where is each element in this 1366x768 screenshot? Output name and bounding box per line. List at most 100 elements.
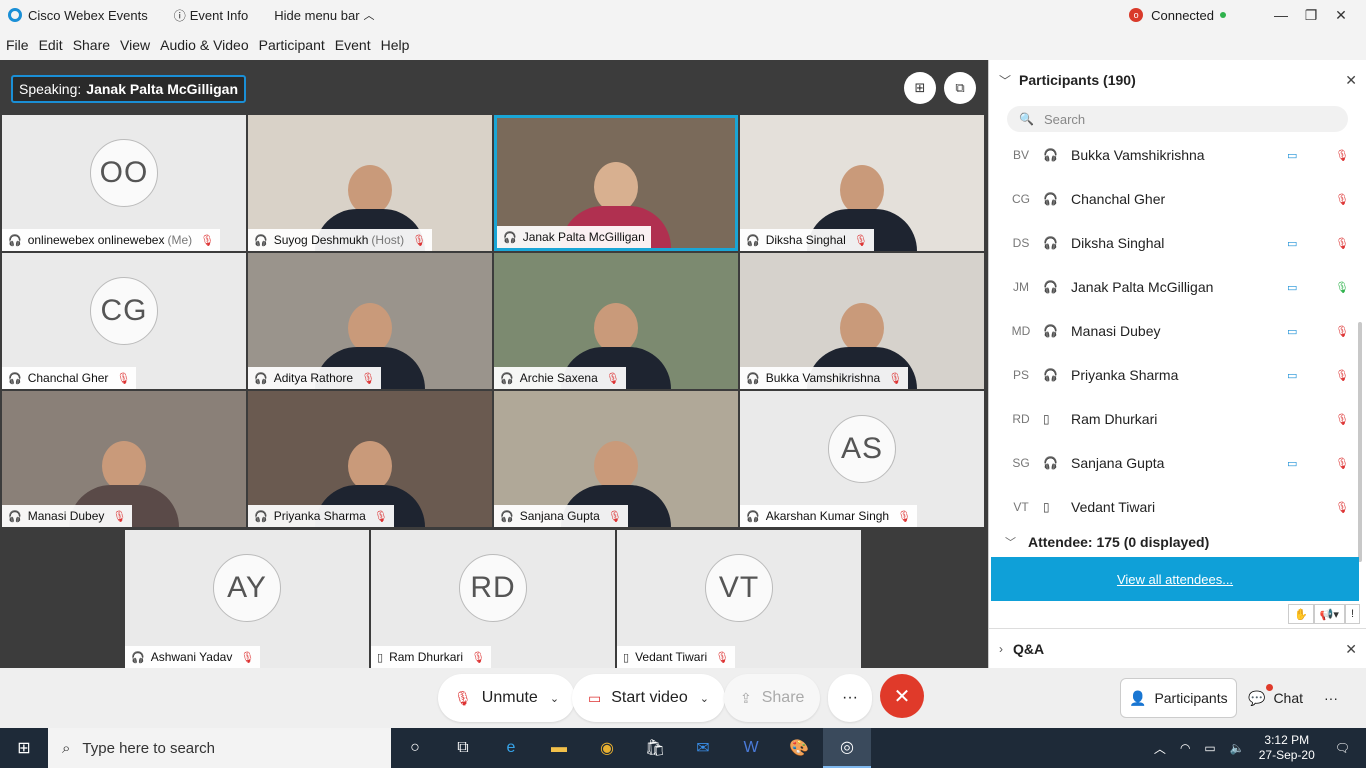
- list-item[interactable]: PS 🎧 Priyanka Sharma ▭ 🎙: [989, 353, 1359, 397]
- attendee-label: Attendee: 175 (0 displayed): [1028, 534, 1210, 550]
- mic-muted-icon[interactable]: 🎙: [1335, 237, 1349, 250]
- announce-icon[interactable]: 📢▾: [1313, 604, 1345, 624]
- video-tile[interactable]: RD ▯ Ram Dhurkari 🎙: [371, 530, 615, 668]
- task-view-icon[interactable]: ⧉: [439, 728, 487, 768]
- mic-muted-icon[interactable]: 🎙: [1335, 457, 1349, 470]
- menu-view[interactable]: View: [120, 37, 150, 53]
- video-tile[interactable]: 🎧 Suyog Deshmukh (Host) 🎙: [248, 115, 492, 251]
- layout-grid-button[interactable]: ⊞: [904, 72, 936, 104]
- video-tile[interactable]: 🎧 Bukka Vamshikrishna 🎙: [740, 253, 984, 389]
- close-participants-button[interactable]: ✕: [1345, 72, 1357, 89]
- chevron-down-icon[interactable]: ⌄: [550, 692, 559, 705]
- paint-icon[interactable]: 🎨: [775, 728, 823, 768]
- file-explorer-icon[interactable]: ▬: [535, 728, 583, 768]
- list-item[interactable]: DS 🎧 Diksha Singhal ▭ 🎙: [989, 221, 1359, 265]
- mic-muted-icon[interactable]: 🎙: [1335, 501, 1349, 514]
- video-camera-icon: ▭: [1287, 281, 1298, 294]
- mic-active-icon[interactable]: 🎙: [1335, 281, 1349, 294]
- store-icon[interactable]: 🛍: [631, 728, 679, 768]
- phone-icon: ▯: [1043, 412, 1050, 426]
- notification-icon[interactable]: 🗨: [1335, 741, 1350, 755]
- menu-help[interactable]: Help: [381, 37, 410, 53]
- video-tile[interactable]: VT ▯ Vedant Tiwari 🎙: [617, 530, 861, 668]
- start-video-button[interactable]: ▭ Start video ⌄: [572, 674, 725, 722]
- mic-muted-icon[interactable]: 🎙: [1335, 413, 1349, 426]
- participant-name: Priyanka Sharma: [1071, 367, 1179, 383]
- info-icon: ⓘ: [173, 8, 186, 23]
- menu-audio-video[interactable]: Audio & Video: [160, 37, 248, 53]
- raise-hand-icon[interactable]: ✋: [1288, 604, 1314, 624]
- menu-share[interactable]: Share: [73, 37, 110, 53]
- alert-icon[interactable]: !: [1344, 604, 1360, 624]
- participants-header[interactable]: ﹀ Participants (190) ✕: [989, 60, 1366, 100]
- battery-icon[interactable]: ▭: [1204, 741, 1215, 755]
- video-tile[interactable]: 🎧 Archie Saxena 🎙: [494, 253, 738, 389]
- list-item[interactable]: JM 🎧 Janak Palta McGilligan ▭ 🎙: [989, 265, 1359, 309]
- list-item[interactable]: VT ▯ Vedant Tiwari 🎙: [989, 485, 1359, 529]
- video-tile[interactable]: 🎧 Aditya Rathore 🎙: [248, 253, 492, 389]
- chrome-icon[interactable]: ◉: [583, 728, 631, 768]
- close-qa-button[interactable]: ✕: [1345, 641, 1357, 658]
- more-panels-button[interactable]: ···: [1316, 678, 1346, 718]
- mic-muted-icon[interactable]: 🎙: [1335, 369, 1349, 382]
- video-head: [102, 441, 146, 491]
- mic-muted-icon[interactable]: 🎙: [1335, 193, 1349, 206]
- more-options-button[interactable]: ···: [828, 674, 872, 722]
- cortana-icon[interactable]: ○: [391, 728, 439, 768]
- video-tile[interactable]: CG 🎧 Chanchal Gher 🎙: [2, 253, 246, 389]
- popout-button[interactable]: ⧉: [944, 72, 976, 104]
- minimize-button[interactable]: —: [1266, 7, 1296, 23]
- list-item[interactable]: BV 🎧 Bukka Vamshikrishna ▭ 🎙: [989, 133, 1359, 177]
- tile-name-bar: 🎧 Manasi Dubey 🎙: [2, 505, 133, 527]
- menu-edit[interactable]: Edit: [39, 37, 63, 53]
- taskbar-search-input[interactable]: ⌕ Type here to search: [48, 728, 391, 768]
- event-info-button[interactable]: ⓘ Event Info: [174, 7, 249, 24]
- leave-meeting-button[interactable]: ✕: [880, 674, 924, 718]
- video-tile[interactable]: 🎧 Sanjana Gupta 🎙: [494, 391, 738, 527]
- mic-muted-icon: 🎙: [112, 510, 127, 523]
- mic-muted-icon[interactable]: 🎙: [1335, 325, 1349, 338]
- volume-icon[interactable]: 🔈: [1230, 741, 1245, 755]
- video-tile[interactable]: AY 🎧 Ashwani Yadav 🎙: [125, 530, 369, 668]
- mic-muted-icon[interactable]: 🎙: [1335, 149, 1349, 162]
- tile-name: Chanchal Gher: [27, 371, 109, 385]
- start-button[interactable]: ⊞: [0, 728, 48, 768]
- list-item[interactable]: CG 🎧 Chanchal Gher 🎙: [989, 177, 1359, 221]
- chevron-down-icon[interactable]: ⌄: [700, 692, 709, 705]
- menu-bar: File Edit Share View Audio & Video Parti…: [0, 30, 1366, 60]
- chevron-up-icon[interactable]: ︿: [1154, 740, 1166, 757]
- edge-icon[interactable]: e: [487, 728, 535, 768]
- tile-name-bar: 🎧 Priyanka Sharma 🎙: [248, 505, 394, 527]
- participant-initials: PS: [1012, 368, 1029, 382]
- qa-header[interactable]: › Q&A ✕: [989, 628, 1366, 668]
- unmute-button[interactable]: 🎙 Unmute ⌄: [438, 674, 576, 722]
- menu-file[interactable]: File: [6, 37, 29, 53]
- video-tile[interactable]: OO 🎧 onlinewebex onlinewebex (Me) 🎙: [2, 115, 246, 251]
- close-window-button[interactable]: ✕: [1326, 7, 1356, 24]
- chat-button[interactable]: 💬 Chat: [1240, 678, 1311, 718]
- attendee-section-header[interactable]: ﹀ Attendee: 175 (0 displayed): [989, 530, 1359, 554]
- video-tile[interactable]: AS 🎧 Akarshan Kumar Singh 🎙: [740, 391, 984, 527]
- video-tile[interactable]: 🎧 Priyanka Sharma 🎙: [248, 391, 492, 527]
- hide-menu-bar-button[interactable]: Hide menu bar ︿: [274, 7, 374, 23]
- word-icon[interactable]: W: [727, 728, 775, 768]
- wifi-icon[interactable]: ◠: [1180, 741, 1190, 755]
- participant-search-input[interactable]: 🔍 Search: [1007, 106, 1348, 132]
- video-tile[interactable]: 🎧 Manasi Dubey 🎙: [2, 391, 246, 527]
- view-all-attendees-link[interactable]: View all attendees...: [1117, 572, 1233, 587]
- list-item[interactable]: MD 🎧 Manasi Dubey ▭ 🎙: [989, 309, 1359, 353]
- share-button[interactable]: ⇪ Share: [724, 674, 821, 722]
- list-item[interactable]: SG 🎧 Sanjana Gupta ▭ 🎙: [989, 441, 1359, 485]
- mail-icon[interactable]: ✉: [679, 728, 727, 768]
- clock[interactable]: 3:12 PM 27-Sep-20: [1259, 733, 1315, 763]
- restore-button[interactable]: ❐: [1296, 7, 1326, 24]
- participants-toggle-button[interactable]: 👤 Participants: [1120, 678, 1237, 718]
- participant-list-scrollbar[interactable]: [1358, 322, 1362, 562]
- menu-event[interactable]: Event: [335, 37, 371, 53]
- video-tile[interactable]: 🎧 Diksha Singhal 🎙: [740, 115, 984, 251]
- video-tile-active[interactable]: 🎧 Janak Palta McGilligan: [494, 115, 738, 251]
- list-item[interactable]: RD ▯ Ram Dhurkari 🎙: [989, 397, 1359, 441]
- menu-participant[interactable]: Participant: [259, 37, 325, 53]
- tile-name-bar: 🎧 Ashwani Yadav 🎙: [125, 646, 261, 668]
- webex-taskbar-icon[interactable]: ◎: [823, 728, 871, 768]
